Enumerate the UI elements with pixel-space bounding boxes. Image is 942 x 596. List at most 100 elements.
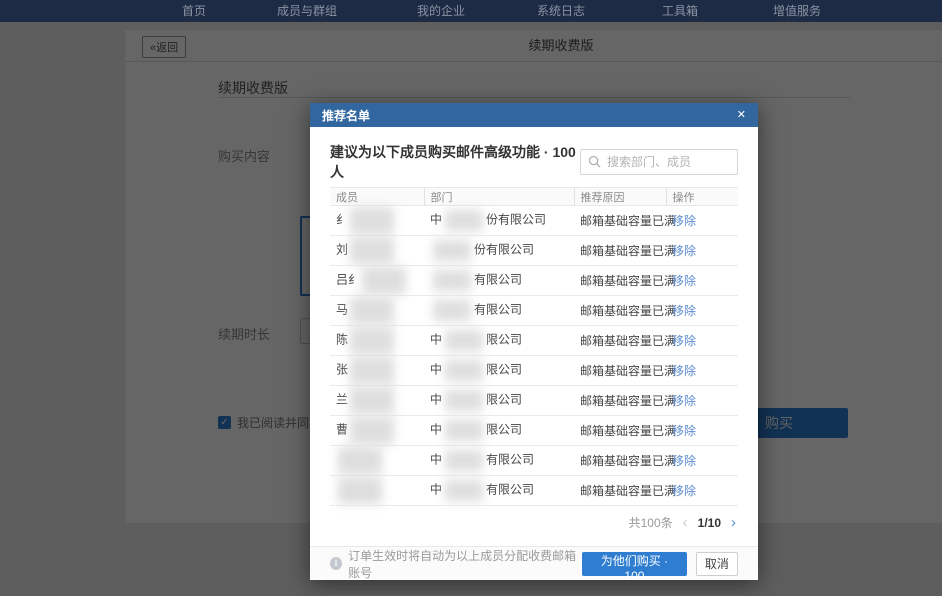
blurred-name bbox=[350, 417, 394, 444]
modal-title: 推荐名单 bbox=[322, 107, 370, 124]
member-cell: 刘 bbox=[330, 236, 424, 266]
dept-suffix: 限公司 bbox=[486, 393, 522, 407]
member-name: 曹 bbox=[336, 423, 348, 437]
member-name: 刘 bbox=[336, 243, 348, 257]
remove-link[interactable]: 移除 bbox=[672, 274, 696, 288]
member-name: 纟 bbox=[336, 213, 348, 227]
remove-link[interactable]: 移除 bbox=[672, 244, 696, 258]
member-cell: 纟 bbox=[330, 206, 424, 236]
table-row: 吕纟 有限公司 邮箱基础容量已满 移除 bbox=[330, 266, 738, 296]
search-icon bbox=[588, 155, 601, 168]
department-cell: 有限公司 bbox=[424, 296, 574, 326]
column-reason: 推荐原因 bbox=[574, 188, 666, 206]
department-cell: 有限公司 bbox=[424, 266, 574, 296]
action-cell: 移除 bbox=[666, 296, 738, 326]
nav-item[interactable]: 成员与群组 bbox=[277, 0, 337, 22]
nav-item[interactable]: 我的企业 bbox=[417, 0, 465, 22]
member-table: 成员 部门 推荐原因 操作 纟 中份有限公司 邮箱基础容量已满 移除 刘 bbox=[330, 187, 738, 506]
member-cell: 陈 bbox=[330, 326, 424, 356]
remove-link[interactable]: 移除 bbox=[672, 394, 696, 408]
dept-prefix: 中 bbox=[430, 453, 442, 467]
cancel-button[interactable]: 取消 bbox=[696, 552, 738, 576]
info-icon: i bbox=[330, 557, 342, 570]
remove-link[interactable]: 移除 bbox=[672, 454, 696, 468]
blurred-name bbox=[350, 297, 394, 324]
dept-prefix: 中 bbox=[430, 483, 442, 497]
member-cell: 马 bbox=[330, 296, 424, 326]
search-box bbox=[580, 149, 738, 175]
total-count: 共100条 bbox=[629, 514, 673, 531]
footer-note: 订单生效时将自动为以上成员分配收费邮箱账号 bbox=[348, 547, 582, 581]
member-cell: 兰 bbox=[330, 386, 424, 416]
department-cell: 中份有限公司 bbox=[424, 206, 574, 236]
member-name: 吕纟 bbox=[336, 273, 360, 287]
dept-suffix: 限公司 bbox=[486, 423, 522, 437]
member-cell: 张 bbox=[330, 356, 424, 386]
reason-cell: 邮箱基础容量已满 bbox=[574, 296, 666, 326]
member-cell bbox=[330, 446, 424, 476]
reason-cell: 邮箱基础容量已满 bbox=[574, 476, 666, 506]
top-nav: 首页 成员与群组 我的企业 系统日志 工具箱 增值服务 bbox=[0, 0, 942, 22]
blurred-name bbox=[362, 267, 406, 294]
remove-link[interactable]: 移除 bbox=[672, 364, 696, 378]
buy-for-them-button[interactable]: 为他们购买 · 100 bbox=[582, 552, 687, 576]
next-page-icon[interactable]: › bbox=[731, 515, 736, 530]
action-cell: 移除 bbox=[666, 386, 738, 416]
table-row: 兰 中限公司 邮箱基础容量已满 移除 bbox=[330, 386, 738, 416]
department-cell: 中 限公司 bbox=[424, 386, 574, 416]
member-name: 马 bbox=[336, 303, 348, 317]
dept-prefix: 中 bbox=[430, 213, 442, 227]
table-row: 陈 中限公司 邮箱基础容量已满 移除 bbox=[330, 326, 738, 356]
member-cell bbox=[330, 476, 424, 506]
action-cell: 移除 bbox=[666, 446, 738, 476]
department-cell: 中限公司 bbox=[424, 356, 574, 386]
remove-link[interactable]: 移除 bbox=[672, 334, 696, 348]
dept-suffix: 有限公司 bbox=[486, 453, 534, 467]
blurred-name bbox=[350, 357, 394, 384]
close-icon[interactable]: ✕ bbox=[737, 110, 746, 121]
remove-link[interactable]: 移除 bbox=[672, 214, 696, 228]
blurred-dept bbox=[445, 420, 483, 441]
department-cell: 中限公司 bbox=[424, 416, 574, 446]
dept-prefix: 中 bbox=[430, 333, 442, 347]
department-cell: 中 有限公司 bbox=[424, 446, 574, 476]
department-cell: 中 有限公司 bbox=[424, 476, 574, 506]
dept-suffix: 限公司 bbox=[486, 363, 522, 377]
column-department: 部门 bbox=[424, 188, 574, 206]
table-row: 张 中限公司 邮箱基础容量已满 移除 bbox=[330, 356, 738, 386]
nav-item[interactable]: 工具箱 bbox=[662, 0, 698, 22]
blurred-dept bbox=[433, 270, 471, 291]
member-name: 陈 bbox=[336, 333, 348, 347]
search-input[interactable] bbox=[580, 149, 738, 175]
current-page: 1/10 bbox=[698, 516, 721, 530]
remove-link[interactable]: 移除 bbox=[672, 424, 696, 438]
dept-suffix: 有限公司 bbox=[474, 273, 522, 287]
department-cell: 份有限公司 bbox=[424, 236, 574, 266]
remove-link[interactable]: 移除 bbox=[672, 304, 696, 318]
action-cell: 移除 bbox=[666, 356, 738, 386]
nav-item[interactable]: 系统日志 bbox=[537, 0, 585, 22]
nav-item[interactable]: 增值服务 bbox=[773, 0, 821, 22]
blurred-dept bbox=[445, 480, 483, 501]
reason-cell: 邮箱基础容量已满 bbox=[574, 356, 666, 386]
dept-suffix: 有限公司 bbox=[474, 303, 522, 317]
modal-header: 推荐名单 ✕ bbox=[310, 103, 758, 127]
reason-cell: 邮箱基础容量已满 bbox=[574, 416, 666, 446]
remove-link[interactable]: 移除 bbox=[672, 484, 696, 498]
blurred-dept bbox=[445, 330, 483, 351]
table-row: 曹 中限公司 邮箱基础容量已满 移除 bbox=[330, 416, 738, 446]
member-name: 兰 bbox=[336, 393, 348, 407]
dept-suffix: 份有限公司 bbox=[474, 243, 534, 257]
action-cell: 移除 bbox=[666, 206, 738, 236]
action-cell: 移除 bbox=[666, 416, 738, 446]
prev-page-icon[interactable]: ‹ bbox=[683, 515, 688, 530]
action-cell: 移除 bbox=[666, 236, 738, 266]
dept-suffix: 有限公司 bbox=[486, 483, 534, 497]
table-row: 马 有限公司 邮箱基础容量已满 移除 bbox=[330, 296, 738, 326]
blurred-dept bbox=[445, 390, 483, 411]
member-cell: 曹 bbox=[330, 416, 424, 446]
department-cell: 中限公司 bbox=[424, 326, 574, 356]
nav-item[interactable]: 首页 bbox=[182, 0, 206, 22]
pagination: 共100条 ‹ 1/10 › bbox=[330, 514, 738, 531]
dept-prefix: 中 bbox=[430, 393, 442, 407]
